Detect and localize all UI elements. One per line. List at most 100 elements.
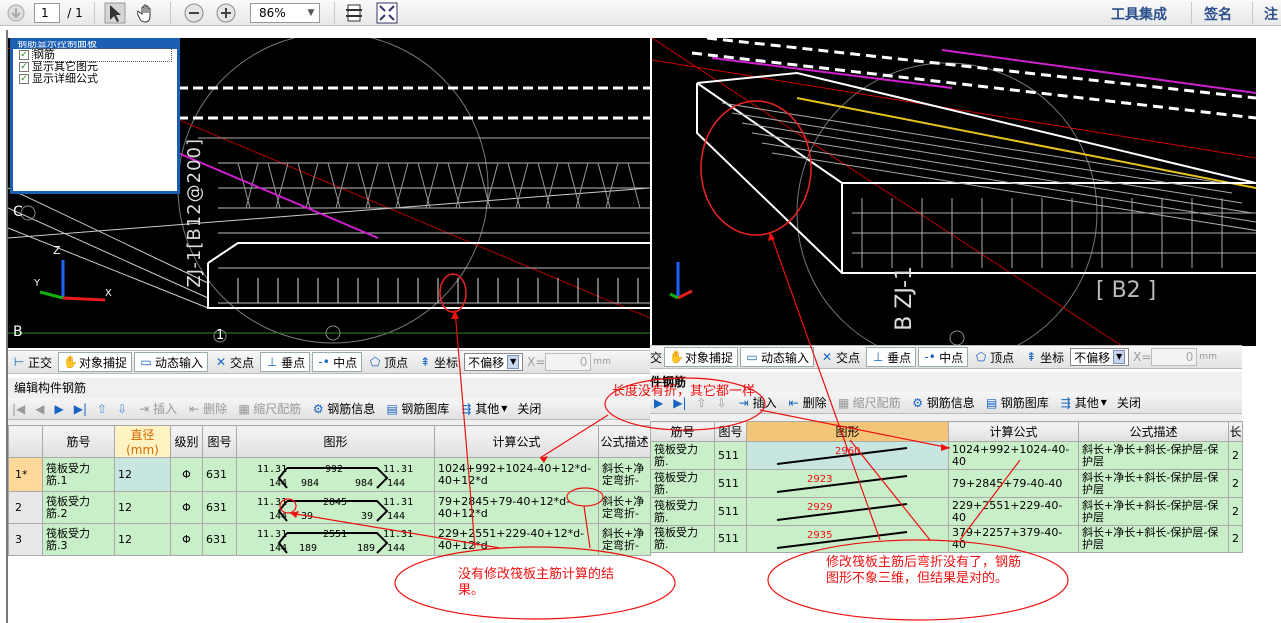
table-row[interactable]: 1* 筏板受力筋.1 12 Φ 631 11.31 992 11.31 144 … [8,457,651,492]
table-row[interactable]: 筏板受力筋. 511 2935 379+2257+379-40-40 斜长+净长… [650,525,1243,553]
column-header[interactable]: 图形 [746,421,949,442]
perpendicular-button[interactable]: ⊥ 垂点 [260,352,311,372]
figure-number-cell[interactable]: 511 [714,497,747,526]
move-down-icon[interactable]: ⇩ [113,399,131,419]
column-header[interactable]: 计算公式 [948,421,1079,442]
formula-cell[interactable]: 79+2845+79-40-40 [948,469,1079,498]
fullscreen-icon[interactable] [374,2,400,24]
right-3d-viewport[interactable]: B ZJ-1 [ B2 ] [652,38,1256,346]
dynamic-input-button[interactable]: ▭ 动态输入 [740,347,815,367]
column-header[interactable]: 长 [1228,421,1243,442]
description-cell[interactable]: 斜长+净长+斜长-保护层-保护层 [1078,441,1229,470]
rebar-info-button[interactable]: ⚙ 钢筋信息 [907,393,979,413]
column-header[interactable]: 公式描述 [598,425,651,458]
column-header[interactable]: 筋号 [42,425,115,458]
figure-number-cell[interactable]: 631 [202,457,237,492]
rebar-info-button[interactable]: ⚙ 钢筋信息 [307,399,379,419]
intersection-button[interactable]: ✕ 交点 [816,347,864,367]
zoom-in-icon[interactable] [214,2,238,24]
figure-number-cell[interactable]: 511 [714,469,747,498]
shape-cell[interactable]: 11.31 2551 11.31 144 189 189 144 [236,523,435,556]
table-row[interactable]: 筏板受力筋. 511 2960 1024+992+1024-40-40 斜长+净… [650,441,1243,470]
first-record-icon[interactable]: |◀ [8,399,29,419]
x-input[interactable]: 0 [545,353,592,371]
column-header[interactable]: 筋号 [650,421,715,442]
shape-cell[interactable]: 11.31 2845 11.31 144 39 39 144 [236,491,435,524]
chevron-down-icon[interactable]: ▼ [302,2,320,24]
figure-number-cell[interactable]: 631 [202,523,237,556]
length-cell[interactable]: 2 [1228,441,1243,470]
shape-cell[interactable]: 2923 [746,469,949,498]
rebar-name-cell[interactable]: 筏板受力筋. [650,441,715,470]
table-row[interactable]: 3 筏板受力筋.3 12 Φ 631 11.31 2551 11.31 144 … [8,523,651,556]
description-cell[interactable]: 斜长+净定弯折- [598,523,651,556]
description-cell[interactable]: 斜长+净定弯折- [598,491,651,524]
column-header[interactable]: 图号 [714,421,747,442]
intersection-button[interactable]: ✕ 交点 [210,352,258,372]
grade-cell[interactable]: Φ [170,457,203,492]
rebar-library-button[interactable]: ▤ 钢筋图库 [981,393,1053,413]
column-header[interactable]: 图形 [236,425,435,458]
fit-page-icon[interactable] [342,2,366,24]
rebar-name-cell[interactable]: 筏板受力筋. [650,469,715,498]
rebar-name-cell[interactable]: 筏板受力筋.2 [42,491,115,524]
dynamic-input-button[interactable]: ▭ 动态输入 [134,352,209,372]
shape-cell[interactable]: 2960 [746,441,949,470]
coordinate-button[interactable]: ⇞ 坐标 [414,352,462,372]
column-header[interactable]: 公式描述 [1078,421,1229,442]
offset-select[interactable]: 不偏移 ▼ [464,353,524,371]
description-cell[interactable]: 斜长+净长+斜长-保护层-保护层 [1078,525,1229,553]
hand-tool-icon[interactable] [134,2,160,24]
zoom-out-icon[interactable] [182,2,206,24]
length-cell[interactable]: 2 [1228,525,1243,553]
column-header[interactable]: 图号 [202,425,237,458]
grade-cell[interactable]: Φ [170,523,203,556]
diameter-cell[interactable]: 12 [114,457,171,492]
offset-select[interactable]: 不偏移 ▼ [1070,348,1130,366]
tools-integration-link[interactable]: 工具集成 [1111,4,1167,24]
note-link[interactable]: 注 [1264,4,1278,24]
close-button[interactable]: 关闭 [513,399,545,419]
length-cell[interactable]: 2 [1228,497,1243,526]
column-header[interactable]: 计算公式 [434,425,599,458]
diameter-cell[interactable]: 12 [114,491,171,524]
rebar-library-button[interactable]: ▤ 钢筋图库 [381,399,453,419]
checkbox-show-formula[interactable]: ✓ 显示详细公式 [13,73,177,85]
description-cell[interactable]: 斜长+净定弯折- [598,457,651,492]
sign-link[interactable]: 签名 [1204,4,1232,24]
object-snap-button[interactable]: ✋ 对象捕捉 [58,352,133,372]
other-menu-button[interactable]: ⇶ 其他 ▼ [1055,393,1111,413]
object-snap-button[interactable]: ✋ 对象捕捉 [664,347,739,367]
formula-cell[interactable]: 229+2551+229-40-40 [948,497,1079,526]
grade-cell[interactable]: Φ [170,491,203,524]
column-header[interactable]: 直径(mm) [114,425,171,458]
length-cell[interactable]: 2 [1228,469,1243,498]
column-header[interactable]: 级别 [170,425,203,458]
last-record-icon[interactable]: ▶| [70,399,91,419]
diameter-cell[interactable]: 12 [114,523,171,556]
page-number-input[interactable]: 1 [34,3,60,23]
figure-number-cell[interactable]: 631 [202,491,237,524]
x-input[interactable]: 0 [1151,348,1198,366]
scale-rebar-button[interactable]: ▦ 缩尺配筋 [833,393,905,413]
shape-cell[interactable]: 2935 [746,525,949,553]
prev-page-icon[interactable] [4,2,28,24]
rebar-name-cell[interactable]: 筏板受力筋.3 [42,523,115,556]
rebar-name-cell[interactable]: 筏板受力筋.1 [42,457,115,492]
close-button[interactable]: 关闭 [1113,393,1145,413]
other-menu-button[interactable]: ⇶ 其他 ▼ [455,399,511,419]
formula-cell[interactable]: 229+2551+229-40+12*d-40+12*d [434,523,599,556]
formula-cell[interactable]: 1024+992+1024-40+12*d-40+12*d [434,457,599,492]
prev-record-icon[interactable]: ◀ [31,399,48,419]
shape-cell[interactable]: 11.31 992 11.31 144 984 984 144 [236,457,435,492]
coordinate-button[interactable]: ⇞ 坐标 [1020,347,1068,367]
formula-cell[interactable]: 379+2257+379-40-40 [948,525,1079,553]
delete-button[interactable]: ⇤ 删除 [183,399,231,419]
formula-cell[interactable]: 1024+992+1024-40-40 [948,441,1079,470]
formula-cell[interactable]: 79+2845+79-40+12*d-40+12*d [434,491,599,524]
table-row[interactable]: 筏板受力筋. 511 2929 229+2551+229-40-40 斜长+净长… [650,497,1243,526]
insert-button[interactable]: ⇥ 插入 [133,399,181,419]
description-cell[interactable]: 斜长+净长+斜长-保护层-保护层 [1078,497,1229,526]
midpoint-button[interactable]: -• 中点 [312,352,363,372]
figure-number-cell[interactable]: 511 [714,441,747,470]
